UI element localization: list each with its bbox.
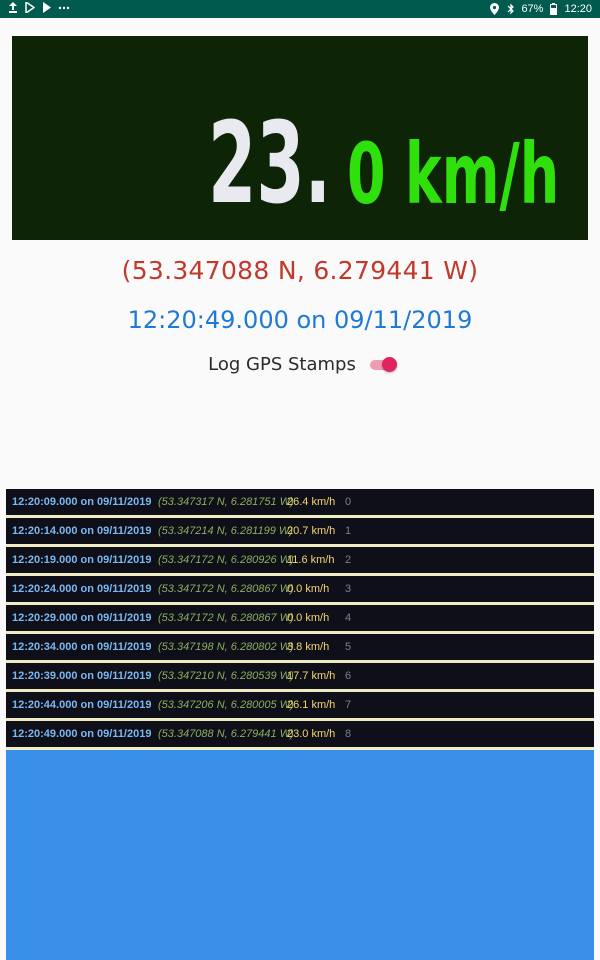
log-index: 8	[345, 728, 352, 740]
log-coords: (53.347210 N, 6.280539 W)	[158, 670, 294, 682]
log-speed: 0.0 km/h	[287, 612, 330, 624]
speed-decimal-unit: 0 km/h	[347, 125, 560, 223]
battery-percent: 67%	[521, 3, 544, 15]
log-index: 5	[345, 641, 352, 653]
battery-icon	[548, 3, 559, 15]
log-index: 1	[345, 525, 352, 537]
log-index: 4	[345, 612, 352, 624]
log-index: 0	[345, 496, 352, 508]
status-bar-left	[7, 0, 70, 15]
log-coords: (53.347172 N, 6.280867 W)	[158, 612, 294, 624]
log-speed: 0.0 km/h	[287, 583, 330, 595]
play-store-icon	[24, 0, 35, 15]
log-time: 12:20:39.000 on 09/11/2019	[12, 670, 152, 682]
log-time: 12:20:09.000 on 09/11/2019	[12, 496, 152, 508]
log-speed: 23.0 km/h	[287, 728, 336, 740]
status-bar: 67% 12:20	[0, 0, 600, 18]
speedometer-panel: 23. 0 km/h	[12, 36, 588, 240]
log-row[interactable]: 12:20:14.000 on 09/11/2019 (53.347214 N,…	[6, 518, 594, 547]
log-time: 12:20:34.000 on 09/11/2019	[12, 641, 152, 653]
log-time: 12:20:24.000 on 09/11/2019	[12, 583, 152, 595]
log-row[interactable]: 12:20:29.000 on 09/11/2019 (53.347172 N,…	[6, 605, 594, 634]
log-speed: 3.8 km/h	[287, 641, 330, 653]
log-time: 12:20:29.000 on 09/11/2019	[12, 612, 152, 624]
log-coords: (53.347172 N, 6.280926 W)	[158, 554, 294, 566]
status-bar-right: 67% 12:20	[489, 2, 592, 16]
speed-integer: 23.	[208, 99, 332, 229]
log-gps-switch[interactable]	[369, 355, 398, 373]
log-row[interactable]: 12:20:34.000 on 09/11/2019 (53.347198 N,…	[6, 634, 594, 663]
log-row[interactable]: 12:20:19.000 on 09/11/2019 (53.347172 N,…	[6, 547, 594, 576]
empty-list-area	[6, 750, 594, 960]
log-index: 2	[345, 554, 352, 566]
log-index: 6	[345, 670, 352, 682]
upload-icon	[7, 2, 18, 14]
log-speed: 17.7 km/h	[287, 670, 336, 682]
log-speed: 11.6 km/h	[287, 554, 335, 566]
bluetooth-icon	[505, 3, 516, 15]
log-row[interactable]: 12:20:24.000 on 09/11/2019 (53.347172 N,…	[6, 576, 594, 605]
location-icon	[489, 3, 500, 15]
log-coords: (53.347214 N, 6.281199 W)	[158, 525, 293, 537]
log-speed: 26.1 km/h	[287, 699, 336, 711]
log-coords: (53.347206 N, 6.280005 W)	[158, 699, 294, 711]
more-icon	[58, 2, 70, 14]
clock: 12:20	[564, 3, 592, 15]
log-time: 12:20:14.000 on 09/11/2019	[12, 525, 152, 537]
current-coordinates: (53.347088 N, 6.279441 W)	[121, 256, 479, 285]
log-index: 7	[345, 699, 352, 711]
log-time: 12:20:49.000 on 09/11/2019	[12, 728, 152, 740]
log-speed: 20.7 km/h	[287, 525, 336, 537]
switch-thumb	[381, 357, 397, 372]
log-row[interactable]: 12:20:39.000 on 09/11/2019 (53.347210 N,…	[6, 663, 594, 692]
log-coords: (53.347317 N, 6.281751 W)	[158, 496, 294, 508]
log-coords: (53.347088 N, 6.279441 W)	[158, 728, 294, 740]
log-coords: (53.347172 N, 6.280867 W)	[158, 583, 294, 595]
log-row[interactable]: 12:20:09.000 on 09/11/2019 (53.347317 N,…	[6, 489, 594, 518]
log-gps-toggle-row: Log GPS Stamps	[0, 352, 600, 376]
log-coords: (53.347198 N, 6.280802 W)	[158, 641, 294, 653]
log-speed: 26.4 km/h	[287, 496, 336, 508]
log-time: 12:20:19.000 on 09/11/2019	[12, 554, 152, 566]
log-row[interactable]: 12:20:44.000 on 09/11/2019 (53.347206 N,…	[6, 692, 594, 721]
log-row[interactable]: 12:20:49.000 on 09/11/2019 (53.347088 N,…	[6, 721, 594, 750]
current-timestamp: 12:20:49.000 on 09/11/2019	[127, 306, 473, 334]
log-gps-label: Log GPS Stamps	[208, 353, 356, 375]
play-store-alt-icon	[41, 2, 52, 14]
log-time: 12:20:44.000 on 09/11/2019	[12, 699, 152, 711]
log-index: 3	[345, 583, 352, 595]
gps-log-list[interactable]: 12:20:09.000 on 09/11/2019 (53.347317 N,…	[6, 489, 594, 750]
